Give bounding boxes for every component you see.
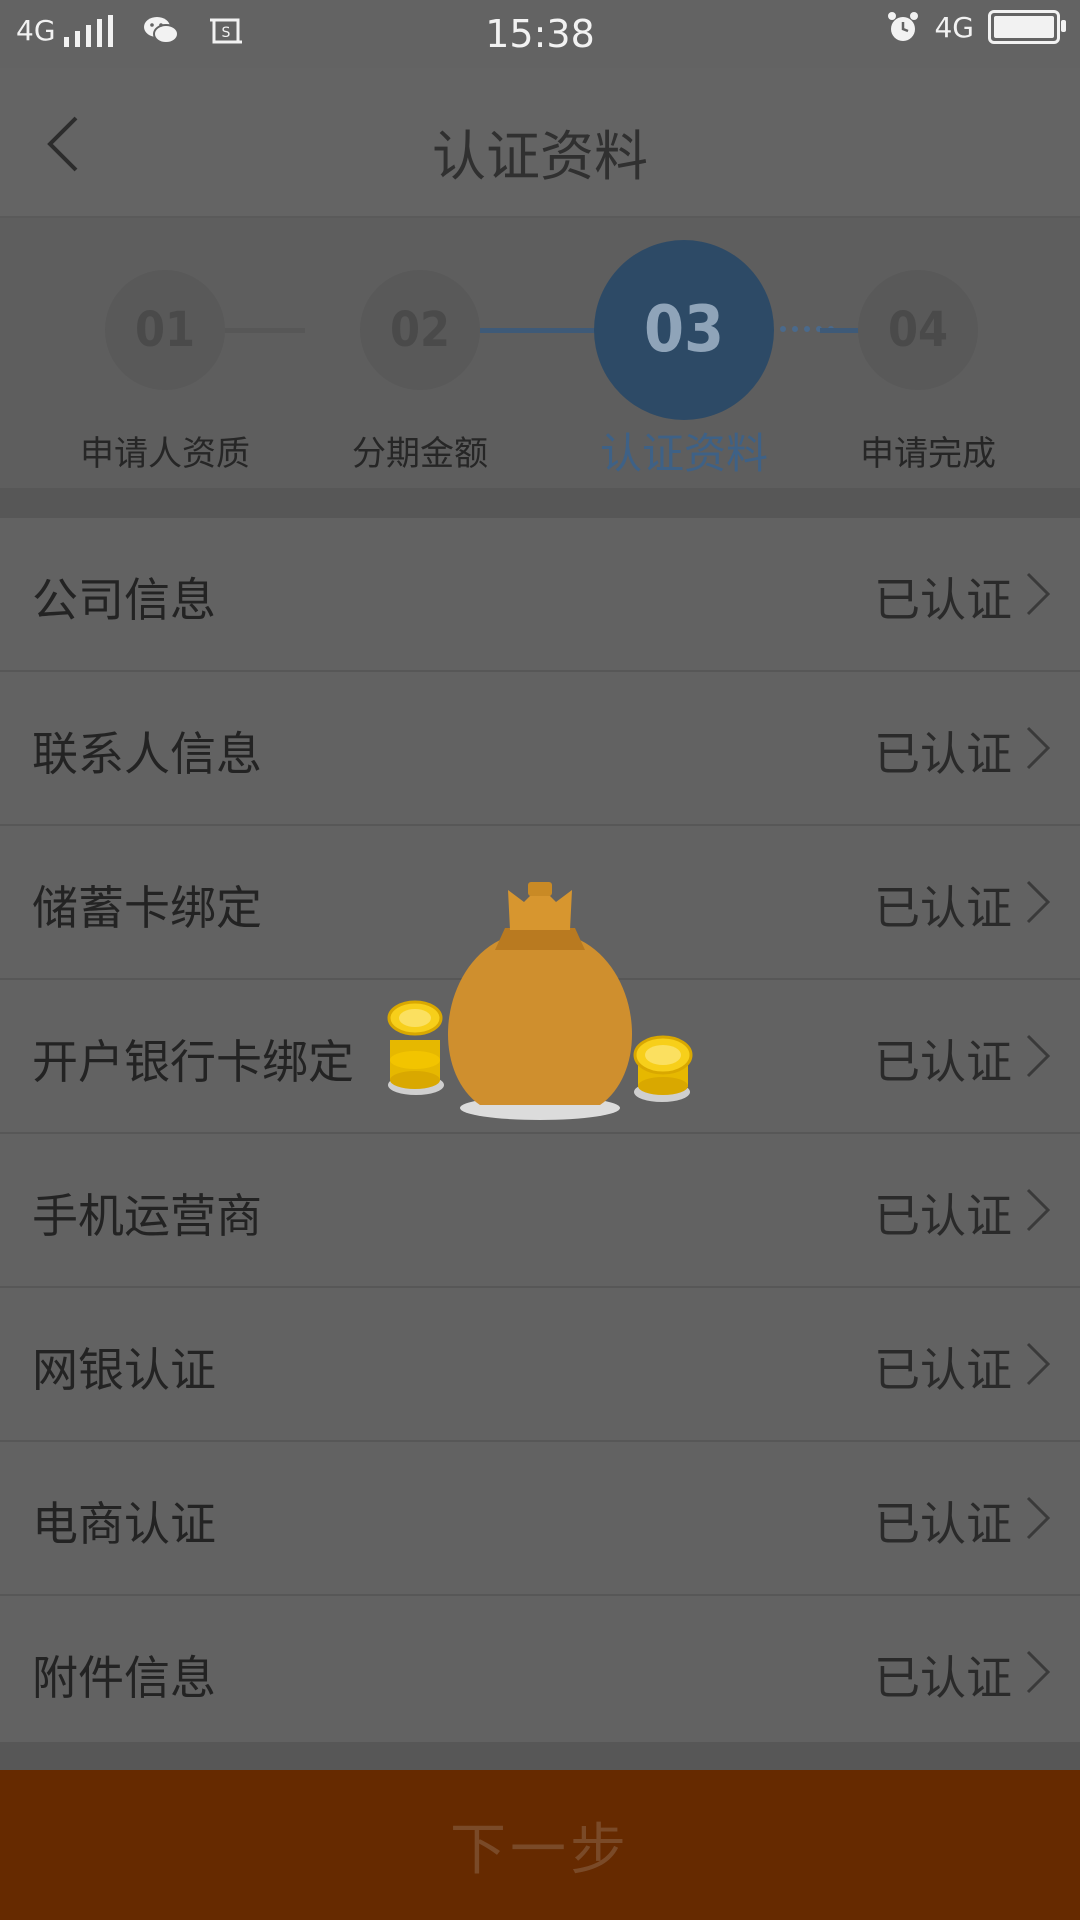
chevron-right-icon [1026,880,1051,924]
chevron-right-icon [1026,726,1051,770]
step-connector [225,328,305,333]
item-label: 网银认证 [32,1343,216,1397]
step-progress: 01 02 03 04 申请人资质 分期金额 认证资料 申请完成 [0,218,1080,488]
step-connector [820,328,860,333]
chevron-right-icon [1026,1496,1051,1540]
chevron-right-icon [1026,1650,1051,1694]
item-label: 公司信息 [32,573,216,627]
verification-list: 公司信息 已认证 联系人信息 已认证 储蓄卡绑定 已认证 开户银行卡绑定 已认证… [0,518,1080,1750]
step-1-circle: 01 [105,270,225,390]
item-status: 已认证 [874,1343,1012,1397]
chevron-right-icon [1026,1188,1051,1232]
next-step-button[interactable]: 下一步 [0,1770,1080,1920]
page-title: 认证资料 [432,125,648,188]
step-4-label: 申请完成 [860,434,996,474]
network-type-secondary: 4G [934,10,974,44]
item-label: 开户银行卡绑定 [32,1035,354,1089]
list-item-online-banking[interactable]: 网银认证 已认证 [0,1288,1080,1442]
money-bag-loading-icon [387,882,693,1120]
list-item-ecommerce[interactable]: 电商认证 已认证 [0,1442,1080,1596]
item-status: 已认证 [874,1651,1012,1705]
step-2-label: 分期金额 [352,434,488,474]
item-label: 电商认证 [32,1497,216,1551]
item-status: 已认证 [874,1035,1012,1089]
list-item-attachments[interactable]: 附件信息 已认证 [0,1596,1080,1750]
step-1-label: 申请人资质 [80,434,250,474]
status-bar: 4G S 15:38 4G [0,0,1080,68]
item-label: 联系人信息 [32,727,262,781]
chevron-right-icon [1026,1342,1051,1386]
item-status: 已认证 [874,881,1012,935]
chevron-right-icon [1026,1034,1051,1078]
step-4-circle: 04 [858,270,978,390]
step-connector [480,328,600,333]
item-status: 已认证 [874,727,1012,781]
item-status: 已认证 [874,1189,1012,1243]
item-label: 附件信息 [32,1651,216,1705]
footer-divider [0,1742,1080,1772]
list-item-company-info[interactable]: 公司信息 已认证 [0,518,1080,672]
item-label: 手机运营商 [32,1189,262,1243]
nav-bar: 认证资料 [0,68,1080,218]
battery-icon [988,10,1066,44]
list-item-contact-info[interactable]: 联系人信息 已认证 [0,672,1080,826]
section-divider [0,488,1080,518]
step-3-circle: 03 [594,240,774,420]
item-status: 已认证 [874,1497,1012,1551]
step-2-circle: 02 [360,270,480,390]
item-label: 储蓄卡绑定 [32,881,262,935]
alarm-icon [888,12,919,41]
list-item-mobile-carrier[interactable]: 手机运营商 已认证 [0,1134,1080,1288]
item-status: 已认证 [874,573,1012,627]
chevron-right-icon [1026,572,1051,616]
step-3-label: 认证资料 [599,429,768,478]
